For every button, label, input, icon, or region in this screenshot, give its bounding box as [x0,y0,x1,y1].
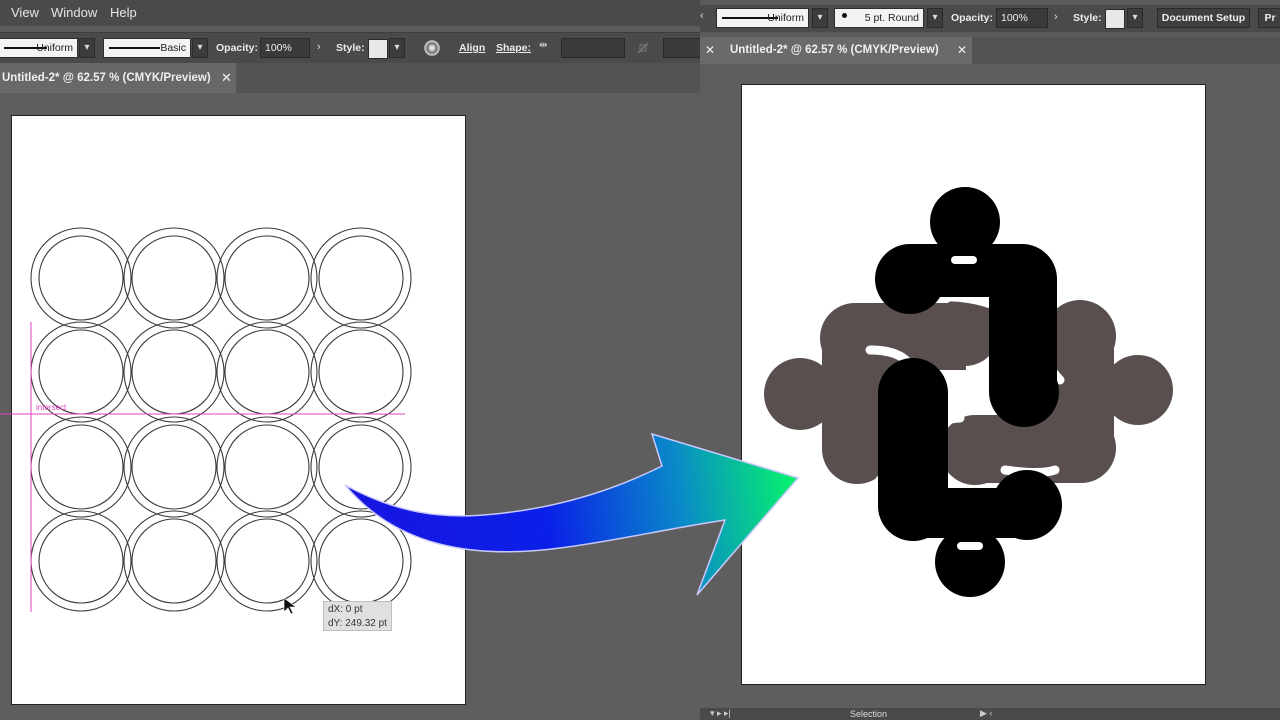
transition-arrow [344,432,800,596]
arrow-icon [344,432,800,596]
